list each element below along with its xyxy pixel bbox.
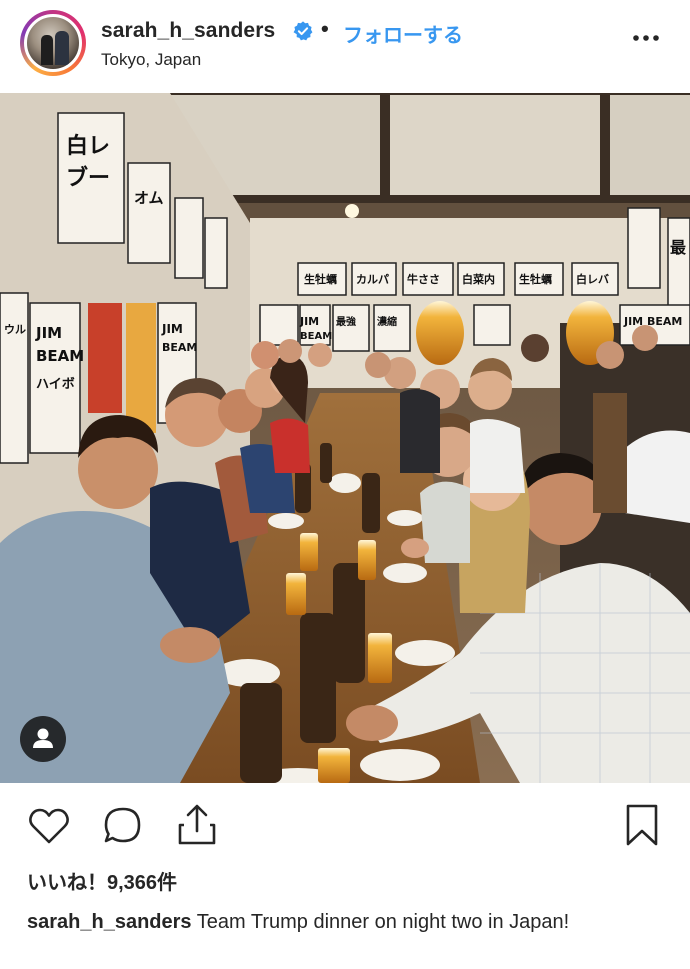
- more-options-icon[interactable]: [630, 28, 662, 48]
- svg-text:白レ: 白レ: [66, 133, 110, 159]
- svg-text:ハイボ: ハイボ: [36, 376, 75, 392]
- svg-text:白菜内: 白菜内: [462, 272, 495, 286]
- caption-username[interactable]: sarah_h_sanders: [27, 911, 192, 933]
- svg-text:JIM: JIM: [35, 324, 62, 342]
- avatar[interactable]: [24, 14, 82, 72]
- svg-text:最: 最: [670, 238, 687, 257]
- svg-text:ウル: ウル: [4, 323, 26, 336]
- comment-icon[interactable]: [102, 805, 144, 847]
- verified-badge-icon: [293, 21, 313, 41]
- follow-button[interactable]: フォローする: [343, 19, 463, 48]
- user-tag-icon[interactable]: [20, 716, 66, 762]
- post-header: sarah_h_sanders • フォローする Tokyo, Japan: [0, 0, 690, 90]
- bookmark-icon[interactable]: [624, 803, 660, 847]
- svg-text:JIM: JIM: [299, 315, 319, 328]
- svg-text:最強: 最強: [336, 315, 356, 328]
- svg-text:生牡蠣: 生牡蠣: [304, 272, 337, 286]
- caption-text: Team Trump dinner on night two in Japan!: [191, 911, 570, 933]
- likes-count[interactable]: いいね！9,366件: [27, 866, 177, 895]
- username[interactable]: sarah_h_sanders: [101, 19, 275, 43]
- svg-text:BEAM: BEAM: [162, 341, 197, 354]
- story-ring[interactable]: [20, 10, 86, 76]
- svg-text:濃縮: 濃縮: [377, 315, 397, 328]
- location-link[interactable]: Tokyo, Japan: [101, 50, 201, 70]
- svg-text:オム: オム: [134, 189, 164, 207]
- svg-text:カルパ: カルパ: [356, 273, 389, 286]
- svg-text:牛ささ: 牛ささ: [407, 272, 440, 286]
- post-photo[interactable]: 白レ ブー オム JIM BEAM ハイボ JIM BEAM 生牡蠣 カルパ 牛…: [0, 93, 690, 783]
- caption: sarah_h_sanders Team Trump dinner on nig…: [27, 908, 667, 937]
- svg-text:BEAM: BEAM: [36, 347, 84, 365]
- svg-text:JIM BEAM: JIM BEAM: [623, 315, 682, 328]
- share-icon[interactable]: [176, 803, 218, 847]
- restaurant-photo: 白レ ブー オム JIM BEAM ハイボ JIM BEAM 生牡蠣 カルパ 牛…: [0, 93, 690, 783]
- svg-text:BEAM: BEAM: [300, 331, 332, 342]
- action-bar: [0, 795, 690, 855]
- svg-text:生牡蠣: 生牡蠣: [519, 272, 552, 286]
- svg-text:JIM: JIM: [161, 322, 183, 336]
- heart-icon[interactable]: [28, 807, 70, 845]
- separator-dot: •: [321, 16, 329, 41]
- svg-text:白レバ: 白レバ: [576, 272, 609, 286]
- svg-text:ブー: ブー: [66, 165, 110, 191]
